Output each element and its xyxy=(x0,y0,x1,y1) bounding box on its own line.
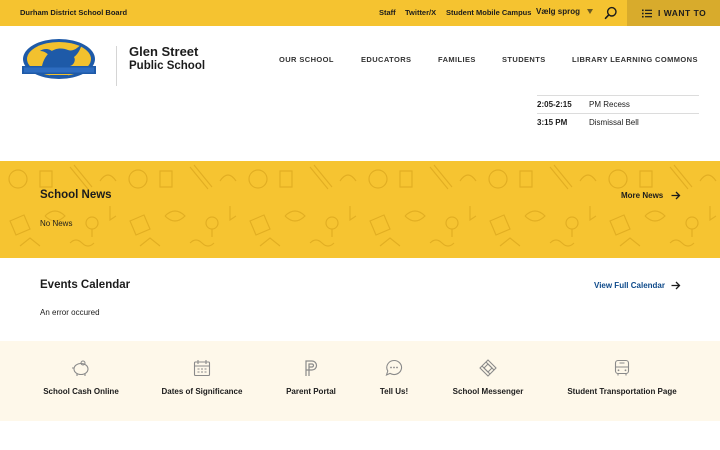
search-icon[interactable] xyxy=(604,6,618,20)
arrow-right-icon[interactable] xyxy=(671,281,681,290)
list-icon xyxy=(642,9,652,17)
schedule-time: 2:05-2:15 xyxy=(537,100,572,109)
school-logo[interactable] xyxy=(20,38,98,80)
quick-link-parent-portal[interactable]: Parent Portal xyxy=(284,359,338,396)
quick-link-tell-us[interactable]: Tell Us! xyxy=(378,359,410,396)
student-mobile-campus-link[interactable]: Student Mobile Campus xyxy=(446,8,531,17)
quick-link-label: Student Transportation Page xyxy=(567,387,677,396)
piggy-bank-icon xyxy=(72,360,89,376)
utility-bar: Durham District School Board Staff Twitt… xyxy=(0,0,720,26)
arrow-right-icon[interactable] xyxy=(671,191,681,200)
quick-link-school-messenger[interactable]: School Messenger xyxy=(451,359,525,396)
quick-links-bar: School Cash Online Dates of Significance… xyxy=(0,341,720,421)
events-error-message: An error occured xyxy=(40,308,100,317)
quick-link-label: School Messenger xyxy=(452,387,524,396)
calendar-icon xyxy=(193,360,211,377)
quick-link-label: Parent Portal xyxy=(286,387,336,396)
school-name-line2: Public School xyxy=(129,60,206,72)
quick-link-school-cash-online[interactable]: School Cash Online xyxy=(40,359,122,396)
i-want-to-label: I WANT TO xyxy=(658,8,707,18)
quick-link-student-transportation-page[interactable]: Student Transportation Page xyxy=(565,359,679,396)
school-news-section: School News No News More News xyxy=(0,161,720,258)
quick-link-label: Dates of Significance xyxy=(161,387,243,396)
bus-icon xyxy=(614,359,630,376)
i-want-to-button[interactable]: I WANT TO xyxy=(627,0,720,26)
schedule-divider xyxy=(537,113,699,114)
twitter-link[interactable]: Twitter/X xyxy=(405,8,436,17)
messenger-icon xyxy=(479,359,497,377)
quick-link-label: School Cash Online xyxy=(43,387,119,396)
no-news-text: No News xyxy=(40,219,73,228)
schedule-time: 3:15 PM xyxy=(537,118,568,127)
nav-library-learning-commons[interactable]: LIBRARY LEARNING COMMONS xyxy=(572,55,698,64)
logo-divider xyxy=(116,46,117,86)
board-name-link[interactable]: Durham District School Board xyxy=(20,8,127,17)
more-news-link[interactable]: More News xyxy=(621,191,663,200)
language-select[interactable]: Vælg sprog xyxy=(536,7,580,16)
chat-bubble-icon xyxy=(385,359,403,377)
school-news-title: School News xyxy=(40,189,112,201)
chevron-down-icon[interactable] xyxy=(587,9,593,14)
schedule-divider xyxy=(537,95,699,96)
staff-link[interactable]: Staff xyxy=(379,8,396,17)
school-name[interactable]: Glen Street Public School xyxy=(129,44,205,74)
quick-link-label: Tell Us! xyxy=(379,387,409,396)
events-calendar-title: Events Calendar xyxy=(40,279,131,291)
schedule-event: PM Recess xyxy=(589,100,630,109)
quick-link-dates-of-significance[interactable]: Dates of Significance xyxy=(160,359,244,396)
doodle-pattern-background xyxy=(0,161,720,258)
school-name-line1: Glen Street xyxy=(129,44,199,59)
nav-educators[interactable]: EDUCATORS xyxy=(361,55,411,64)
schedule-event: Dismissal Bell xyxy=(589,118,639,127)
nav-families[interactable]: FAMILIES xyxy=(438,55,476,64)
view-full-calendar-link[interactable]: View Full Calendar xyxy=(594,281,665,290)
nav-our-school[interactable]: OUR SCHOOL xyxy=(279,55,334,64)
nav-students[interactable]: STUDENTS xyxy=(502,55,546,64)
parent-portal-icon xyxy=(305,360,318,376)
